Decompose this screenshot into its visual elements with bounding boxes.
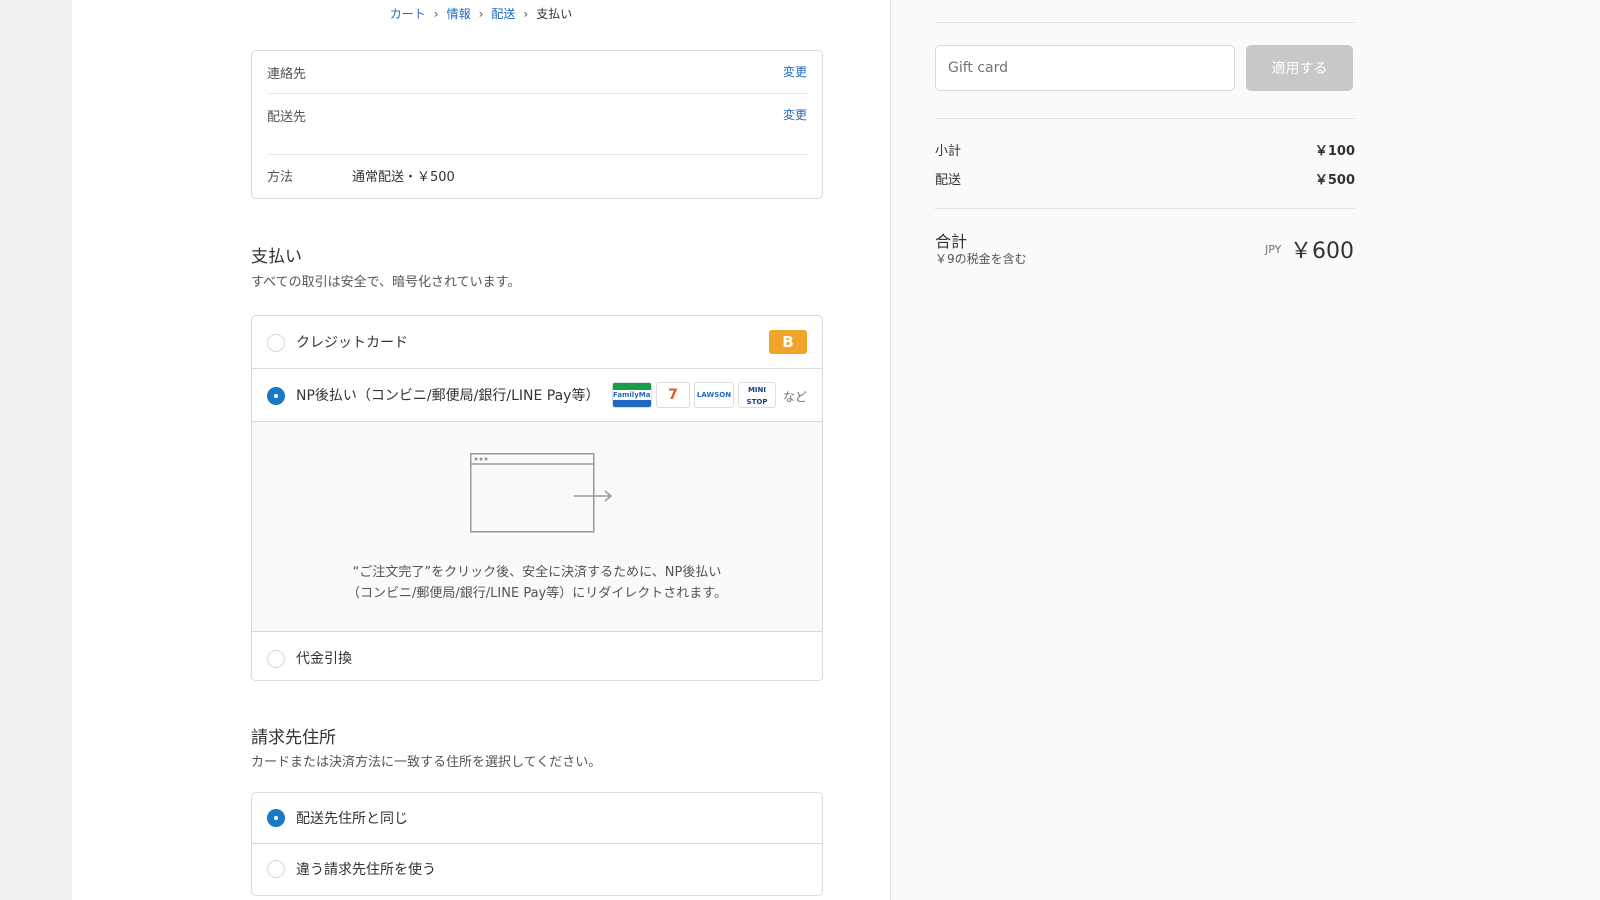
breadcrumb-current: 支払い — [536, 7, 573, 21]
radio-button[interactable] — [267, 860, 285, 878]
chevron-right-icon: › — [478, 7, 484, 21]
shipping-label: 配送 — [935, 173, 962, 188]
review-contact-row: 連絡先 変更 — [267, 63, 807, 82]
seven-eleven-logo: 7 — [656, 382, 690, 408]
billing-option-same[interactable]: 配送先住所と同じ — [252, 793, 822, 844]
redirect-text: “ご注文完了”をクリック後、安全に決済するために、NP後払い （コンビニ/郵便局… — [347, 565, 727, 601]
lawson-logo: LAWSON — [694, 382, 734, 408]
billing-option-different[interactable]: 違う請求先住所を使う — [252, 844, 822, 895]
breadcrumb-shipping[interactable]: 配送 — [491, 7, 515, 21]
gift-card-input[interactable] — [935, 45, 1235, 91]
billing-options: 配送先住所と同じ 違う請求先住所を使う — [251, 792, 823, 896]
billing-subtitle: カードまたは決済方法に一致する住所を選択してください。 — [251, 755, 602, 770]
radio-button-selected[interactable] — [267, 809, 285, 827]
subtotal-value: ￥100 — [1314, 144, 1355, 159]
payment-title: 支払い — [251, 247, 302, 267]
radio-button[interactable] — [267, 650, 285, 668]
payment-methods: クレジットカード B NP後払い（コンビニ/郵便局/銀行/LINE Pay等） … — [251, 315, 823, 681]
divider — [935, 208, 1355, 209]
review-contact-label: 連絡先 — [267, 67, 307, 82]
shipping-row: 配送 ￥500 — [935, 169, 1355, 188]
divider — [267, 154, 807, 155]
radio-button[interactable] — [267, 334, 285, 352]
payment-option-label: 代金引換 — [296, 651, 352, 667]
shipping-value: ￥500 — [1314, 173, 1355, 188]
total-label: 合計 — [935, 232, 968, 251]
order-summary: 適用する 小計 ￥100 配送 ￥500 合計 ￥9の税金を含む JPY ￥60… — [890, 0, 1600, 900]
review-ship-row: 配送先 変更 — [267, 106, 807, 125]
billing-title: 請求先住所 — [251, 728, 336, 748]
change-ship-link[interactable]: 変更 — [783, 106, 807, 123]
chevron-right-icon: › — [433, 7, 439, 21]
review-block: 連絡先 変更 配送先 変更 方法 通常配送・￥500 — [251, 50, 823, 199]
billing-option-label: 違う請求先住所を使う — [296, 862, 436, 878]
chevron-right-icon: › — [523, 7, 529, 21]
total-value: ￥600 — [1290, 239, 1354, 264]
subtotal-label: 小計 — [935, 144, 962, 159]
divider — [267, 93, 807, 94]
redirect-info-panel: “ご注文完了”をクリック後、安全に決済するために、NP後払い （コンビニ/郵便局… — [252, 422, 822, 632]
change-contact-link[interactable]: 変更 — [783, 63, 807, 80]
checkout-main: カート › 情報 › 配送 › 支払い 連絡先 変更 配送先 変更 方法 通常配送・￥500… — [72, 0, 890, 900]
breadcrumb: カート › 情報 › 配送 › 支払い — [72, 5, 890, 22]
review-method-label: 方法 — [267, 170, 294, 185]
credit-badge-icon: B — [769, 330, 807, 354]
subtotal-row: 小計 ￥100 — [935, 140, 1355, 159]
tax-note: ￥9の税金を含む — [935, 252, 1027, 266]
divider — [935, 22, 1355, 23]
billing-option-label: 配送先住所と同じ — [296, 811, 408, 827]
ministop-logo: MINI STOP — [738, 382, 776, 408]
divider — [935, 118, 1355, 119]
familymart-logo: FamilyMart — [612, 382, 652, 408]
browser-redirect-icon — [470, 453, 613, 533]
currency-code: JPY — [1265, 243, 1282, 256]
payment-option-label: クレジットカード — [296, 335, 408, 351]
payment-option-cod[interactable]: 代金引換 — [252, 632, 822, 680]
payment-option-credit[interactable]: クレジットカード B — [252, 316, 822, 369]
payment-option-label: NP後払い（コンビニ/郵便局/銀行/LINE Pay等） — [296, 388, 600, 404]
review-method-value: 通常配送・￥500 — [352, 170, 455, 185]
apply-button[interactable]: 適用する — [1246, 45, 1353, 91]
payment-option-np[interactable]: NP後払い（コンビニ/郵便局/銀行/LINE Pay等） FamilyMart … — [252, 369, 822, 422]
logos-suffix: など — [782, 390, 807, 404]
review-ship-label: 配送先 — [267, 110, 307, 125]
radio-button-selected[interactable] — [267, 387, 285, 405]
breadcrumb-info[interactable]: 情報 — [447, 7, 471, 21]
review-method-row: 方法 通常配送・￥500 — [267, 166, 807, 185]
payment-subtitle: すべての取引は安全で、暗号化されています。 — [251, 275, 521, 290]
breadcrumb-cart[interactable]: カート — [390, 7, 426, 21]
